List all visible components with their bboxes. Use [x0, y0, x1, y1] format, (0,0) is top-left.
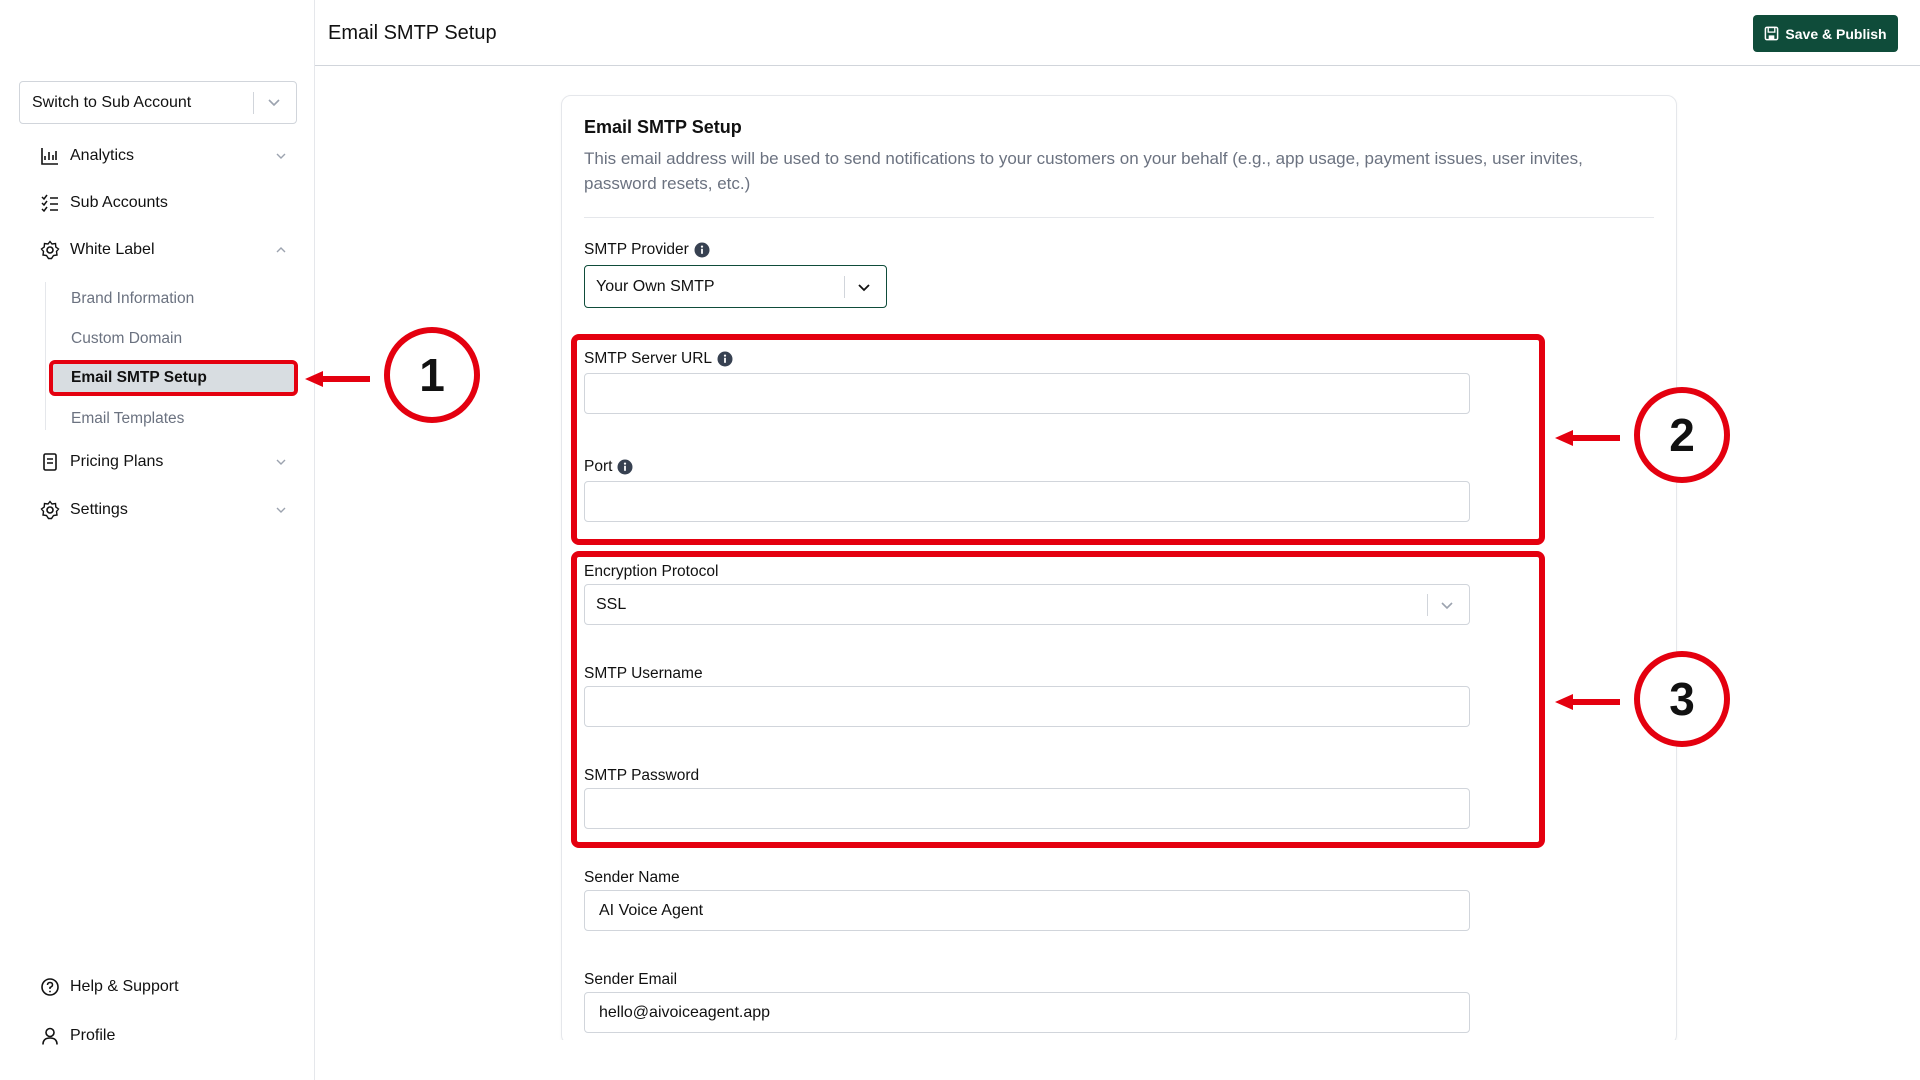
profile-label: Profile: [70, 1027, 116, 1044]
submenu-line: [45, 282, 46, 430]
sender-name-input[interactable]: AI Voice Agent: [584, 890, 1470, 931]
profile-link[interactable]: Profile: [40, 1022, 115, 1050]
annotation-box-3: [571, 551, 1545, 848]
info-icon[interactable]: [694, 242, 710, 258]
smtp-provider-select[interactable]: Your Own SMTP: [584, 265, 887, 308]
sidebar-item-label: White Label: [70, 241, 155, 258]
card-description: This email address will be used to send …: [584, 149, 1583, 193]
chevron-down-icon: [268, 99, 280, 107]
save-icon: [1765, 26, 1779, 41]
annotation-box-2: [571, 334, 1545, 545]
sender-name-label-row: Sender Name: [584, 869, 680, 887]
annotation-circle-3: 3: [1634, 651, 1730, 747]
page-title: Email SMTP Setup: [328, 22, 497, 44]
select-divider: [253, 92, 254, 114]
sidebar-subitem-email-templates[interactable]: Email Templates: [71, 407, 184, 431]
save-publish-button[interactable]: Save & Publish: [1753, 15, 1898, 52]
chevron-down-icon: [276, 507, 286, 513]
sender-name-label: Sender Name: [584, 869, 680, 886]
sidebar-item-white-label[interactable]: White Label: [40, 235, 290, 265]
chevron-down-icon: [276, 153, 286, 159]
sidebar-item-label: Sub Accounts: [70, 194, 168, 211]
help-support-label: Help & Support: [70, 978, 179, 995]
switch-sub-account-label: Switch to Sub Account: [32, 93, 192, 111]
smtp-provider-label-row: SMTP Provider: [584, 241, 710, 259]
sidebar-item-settings[interactable]: Settings: [40, 495, 290, 525]
bottom-mask: [316, 1040, 1920, 1080]
checklist-icon: [41, 194, 58, 213]
card-divider: [584, 217, 1654, 218]
sidebar-item-label: Pricing Plans: [70, 453, 164, 470]
sidebar-item-label: Analytics: [70, 147, 135, 164]
help-support-link[interactable]: Help & Support: [40, 973, 179, 1001]
sidebar: Switch to Sub Account Analytics Sub Acco…: [0, 0, 315, 1080]
sidebar-item-analytics[interactable]: Analytics: [40, 141, 290, 171]
gear-icon: [40, 240, 60, 260]
top-header: Email SMTP Setup Save & Publish: [315, 0, 1920, 66]
help-circle-icon: [41, 978, 59, 996]
annotation-circle-2: 2: [1634, 387, 1730, 483]
sidebar-subitem-custom-domain[interactable]: Custom Domain: [71, 327, 182, 351]
sender-email-label-row: Sender Email: [584, 971, 677, 989]
chevron-up-icon: [276, 247, 286, 253]
smtp-provider-label: SMTP Provider: [584, 241, 689, 258]
analytics-icon: [41, 148, 58, 165]
save-publish-label: Save & Publish: [1785, 25, 1887, 42]
annotation-box-1: [49, 360, 298, 396]
sender-email-label: Sender Email: [584, 971, 678, 988]
select-divider: [844, 276, 845, 298]
user-icon: [42, 1027, 58, 1045]
annotation-circle-1: 1: [384, 327, 480, 423]
document-icon: [43, 453, 57, 471]
annotation-arrow-1: [305, 371, 370, 387]
sidebar-item-label: Settings: [70, 501, 128, 518]
gear-icon: [40, 500, 60, 520]
sidebar-item-sub-accounts[interactable]: Sub Accounts: [40, 188, 290, 218]
chevron-down-icon: [858, 284, 870, 292]
annotation-arrow-2: [1555, 430, 1620, 446]
sidebar-item-pricing-plans[interactable]: Pricing Plans: [40, 447, 290, 477]
chevron-down-icon: [276, 459, 286, 465]
card-title: Email SMTP Setup: [584, 117, 742, 137]
annotation-arrow-3: [1555, 694, 1620, 710]
sidebar-subitem-brand-information[interactable]: Brand Information: [71, 287, 194, 311]
smtp-provider-value: Your Own SMTP: [596, 277, 715, 295]
sender-email-input[interactable]: hello@aivoiceagent.app: [584, 992, 1470, 1033]
switch-sub-account-select[interactable]: Switch to Sub Account: [19, 81, 297, 124]
